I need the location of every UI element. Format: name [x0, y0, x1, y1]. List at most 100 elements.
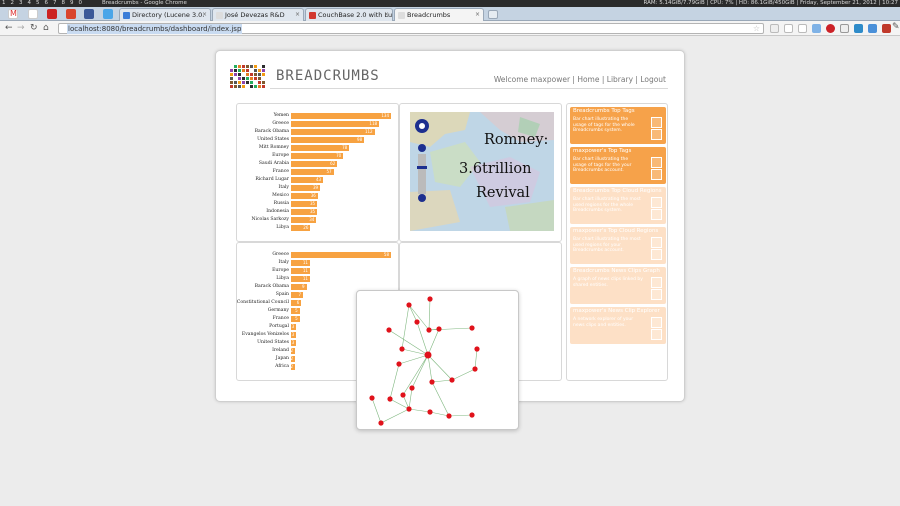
bar[interactable]: 11 [291, 268, 310, 274]
graph-node[interactable] [409, 385, 415, 391]
bar[interactable]: 35 [291, 209, 318, 215]
bar-row[interactable]: Italy 11 [237, 259, 397, 266]
bar-row[interactable]: Barack Obama 112 [237, 128, 397, 135]
graph-node[interactable] [387, 396, 393, 402]
workspace-5[interactable]: 5 [36, 0, 40, 6]
world-map[interactable]: Romney: 3.6trillion Revival [410, 112, 554, 231]
logout-link[interactable]: Logout [640, 75, 666, 84]
bar[interactable]: 62 [291, 161, 338, 167]
workspace-list[interactable]: 1234567890 [2, 0, 87, 7]
pinterest-icon[interactable] [826, 24, 835, 33]
workspace-3[interactable]: 3 [19, 0, 23, 6]
widget-card[interactable]: maxpower's Top Cloud Regions Bar chart il… [570, 227, 666, 264]
close-icon[interactable] [651, 197, 662, 208]
close-icon[interactable] [651, 277, 662, 288]
grid-icon[interactable] [651, 209, 662, 220]
bar[interactable]: 11 [291, 260, 310, 266]
graph-node[interactable] [436, 326, 442, 332]
graph-node[interactable] [472, 366, 478, 372]
widget-card[interactable]: Breadcrumbs News Clips Graph A graph of n… [570, 267, 666, 304]
workspace-7[interactable]: 7 [53, 0, 57, 6]
bar-row[interactable]: United States 98 [237, 136, 397, 143]
bar-row[interactable]: Yemen 134 [237, 112, 397, 119]
wrench-icon[interactable]: ✎ [892, 22, 900, 32]
google-plus-icon[interactable] [66, 9, 76, 19]
star-icon[interactable]: ☆ [753, 24, 760, 33]
graph-node[interactable] [469, 412, 475, 418]
graph-node[interactable] [429, 379, 435, 385]
graph-node[interactable] [400, 392, 406, 398]
graph-node[interactable] [474, 346, 480, 352]
bar-row[interactable]: Libya 26 [237, 224, 397, 231]
grid-icon[interactable] [651, 249, 662, 260]
bar[interactable]: 7 [291, 292, 304, 298]
widget-card[interactable]: maxpower's News Clip Explorer A network e… [570, 307, 666, 344]
shield-icon[interactable] [840, 24, 849, 33]
bookmark-extension-icon[interactable] [868, 24, 877, 33]
graph-node[interactable] [426, 327, 432, 333]
close-icon[interactable]: × [295, 9, 300, 21]
new-tab-button[interactable] [488, 10, 498, 19]
delicious-icon[interactable] [854, 24, 863, 33]
graph-node[interactable] [469, 325, 475, 331]
bar-row[interactable]: Greece 58 [237, 251, 397, 258]
calendar-icon[interactable] [28, 9, 38, 19]
graph-node[interactable] [369, 395, 375, 401]
workspace-8[interactable]: 8 [62, 0, 66, 6]
bar[interactable]: 134 [291, 113, 391, 119]
bar[interactable]: 57 [291, 169, 334, 175]
graph-node[interactable] [406, 302, 412, 308]
bar[interactable]: 58 [291, 252, 391, 258]
graph-node[interactable] [449, 377, 455, 383]
bar[interactable]: 11 [291, 276, 310, 282]
bar[interactable]: 5 [291, 308, 300, 314]
widget-card[interactable]: Breadcrumbs Top Cloud Regions Bar chart i… [570, 187, 666, 224]
graph-node[interactable] [396, 361, 402, 367]
bar[interactable]: 6 [291, 300, 302, 306]
bar-row[interactable]: Indonesia 35 [237, 208, 397, 215]
close-icon[interactable] [651, 237, 662, 248]
graph-node[interactable] [427, 409, 433, 415]
tab-couchbase[interactable]: CouchBase 2.0 with Lu × [305, 8, 393, 21]
bar[interactable]: 3 [291, 324, 297, 330]
bar[interactable]: 5 [291, 316, 300, 322]
bar[interactable]: 35 [291, 201, 318, 207]
reload-icon[interactable]: ↻ [30, 23, 38, 33]
bar[interactable]: 3 [291, 332, 297, 338]
bar-row[interactable]: Greece 118 [237, 120, 397, 127]
bar-row[interactable]: Libya 11 [237, 275, 397, 282]
graph-node[interactable] [414, 319, 420, 325]
bar-row[interactable]: France 57 [237, 168, 397, 175]
back-arrow-icon[interactable]: ← [5, 23, 13, 33]
grid-icon[interactable] [651, 329, 662, 340]
bar-row[interactable]: Mexico 36 [237, 192, 397, 199]
close-icon[interactable]: × [384, 9, 389, 21]
gmail-checker-icon[interactable] [798, 24, 807, 33]
grid-icon[interactable] [651, 129, 662, 140]
bar-row[interactable]: Mitt Romney 78 [237, 144, 397, 151]
calendar-extension-icon[interactable] [812, 24, 821, 33]
address-bar[interactable]: localhost:8080/breadcrumbs/dashboard/ind… [58, 23, 764, 34]
bar[interactable]: 9 [291, 284, 307, 290]
close-icon[interactable]: × [475, 9, 480, 21]
bar[interactable]: 39 [291, 185, 321, 191]
graph-node[interactable] [399, 346, 405, 352]
bar[interactable]: 118 [291, 121, 380, 127]
graph-node[interactable] [446, 413, 452, 419]
graph-node[interactable] [406, 406, 412, 412]
news-graph-popup[interactable] [356, 290, 519, 430]
workspace-4[interactable]: 4 [28, 0, 32, 6]
network-graph[interactable] [357, 291, 520, 431]
workspace-2[interactable]: 2 [11, 0, 15, 6]
bar-row[interactable]: Nicolas Sarkozy 34 [237, 216, 397, 223]
adblock-icon[interactable] [882, 24, 891, 33]
graph-node[interactable] [378, 420, 384, 426]
forward-arrow-icon[interactable]: → [17, 23, 25, 33]
bar[interactable]: 26 [291, 225, 311, 231]
workspace-6[interactable]: 6 [45, 0, 49, 6]
widget-card[interactable]: Breadcrumbs Top Tags Bar chart illustrati… [570, 107, 666, 144]
pocket-icon[interactable] [47, 9, 57, 19]
bar-row[interactable]: Saudi Arabia 62 [237, 160, 397, 167]
zoom-controls[interactable] [414, 116, 430, 206]
widget-card[interactable]: maxpower's Top Tags Bar chart illustratin… [570, 147, 666, 184]
